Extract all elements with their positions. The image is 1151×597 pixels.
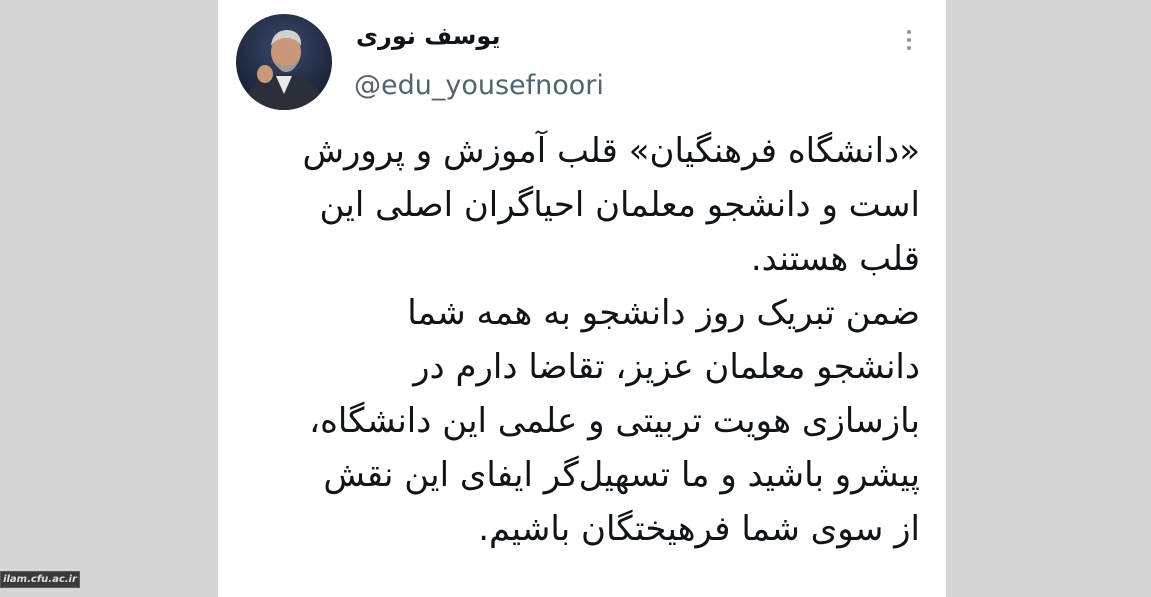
user-handle[interactable]: @edu_yousefnoori	[354, 70, 604, 102]
site-watermark: ilam.cfu.ac.ir	[0, 571, 80, 588]
tweet-line: است و دانشجو معلمان احیاگران اصلی این	[319, 185, 920, 225]
tweet-card: یوسف نوری @edu_yousefnoori «دانشگاه فرهن…	[218, 0, 946, 597]
tweet-line: ضمن تبریک روز دانشجو به همه شما	[407, 293, 920, 333]
display-name[interactable]: یوسف نوری	[356, 22, 500, 51]
tweet-line: بازسازی هویت تربیتی و علمی این دانشگاه،	[309, 401, 920, 441]
avatar-photo	[236, 14, 332, 110]
more-vertical-icon[interactable]	[900, 30, 918, 56]
tweet-text: «دانشگاه فرهنگیان» قلب آموزش و پرورش است…	[230, 124, 920, 556]
tweet-line: پیشرو باشید و ما تسهیل‌گر ایفای این نقش	[323, 455, 920, 495]
tweet-line: «دانشگاه فرهنگیان» قلب آموزش و پرورش	[302, 131, 920, 171]
tweet-line: از سوی شما فرهیختگان باشیم.	[478, 509, 920, 549]
tweet-line: قلب هستند.	[750, 239, 920, 279]
tweet-line: دانشجو معلمان عزیز، تقاضا دارم در	[413, 347, 920, 387]
avatar[interactable]	[236, 14, 332, 110]
